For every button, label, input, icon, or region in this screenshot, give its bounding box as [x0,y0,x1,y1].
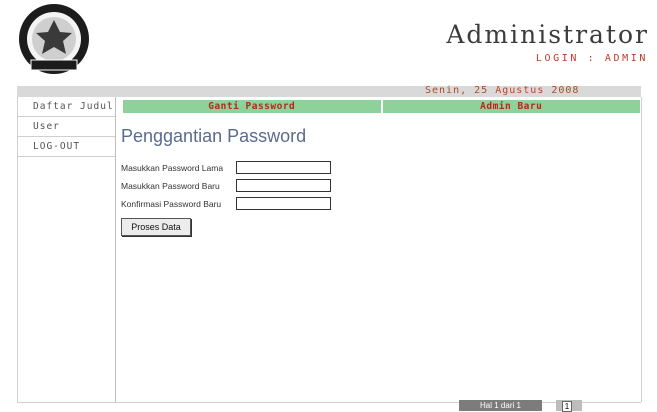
university-seal-logo [19,4,89,74]
confirm-password-input[interactable] [236,197,331,210]
footer-divider [17,402,641,403]
tab-admin-baru[interactable]: Admin Baru [382,100,640,113]
tab-bar: Ganti Password Admin Baru [123,100,640,113]
old-password-input[interactable] [236,161,331,174]
form-row-confirm-password: Konfirmasi Password Baru [121,195,331,212]
sidebar-item-logout[interactable]: LOG-OUT [17,137,115,157]
sidebar: Daftar Judul User LOG-OUT [17,97,116,402]
page-header: Administrator LOGIN : ADMIN [0,0,657,86]
new-password-label: Masukkan Password Baru [121,180,220,191]
section-heading: Penggantian Password [121,126,307,146]
password-form: Masukkan Password Lama Masukkan Password… [121,159,331,213]
form-row-old-password: Masukkan Password Lama [121,159,331,176]
current-date: Senin, 25 Agustus 2008 [425,85,580,96]
confirm-password-label: Konfirmasi Password Baru [121,198,222,209]
old-password-label: Masukkan Password Lama [121,162,224,173]
submit-button[interactable]: Proses Data [121,218,191,236]
page-indicator: Hal 1 dari 1 [459,400,542,411]
sidebar-item-user[interactable]: User [17,117,115,137]
page-title-administrator: Administrator [446,20,649,49]
form-row-new-password: Masukkan Password Baru [121,177,331,194]
new-password-input[interactable] [236,179,331,192]
date-bar: Senin, 25 Agustus 2008 [17,85,641,97]
tab-ganti-password[interactable]: Ganti Password [123,100,381,113]
page-number[interactable]: 1 [562,401,572,412]
login-status: LOGIN : ADMIN [535,53,648,64]
page-selector[interactable]: 1 [556,400,582,412]
sidebar-item-daftar-judul[interactable]: Daftar Judul [17,97,115,117]
